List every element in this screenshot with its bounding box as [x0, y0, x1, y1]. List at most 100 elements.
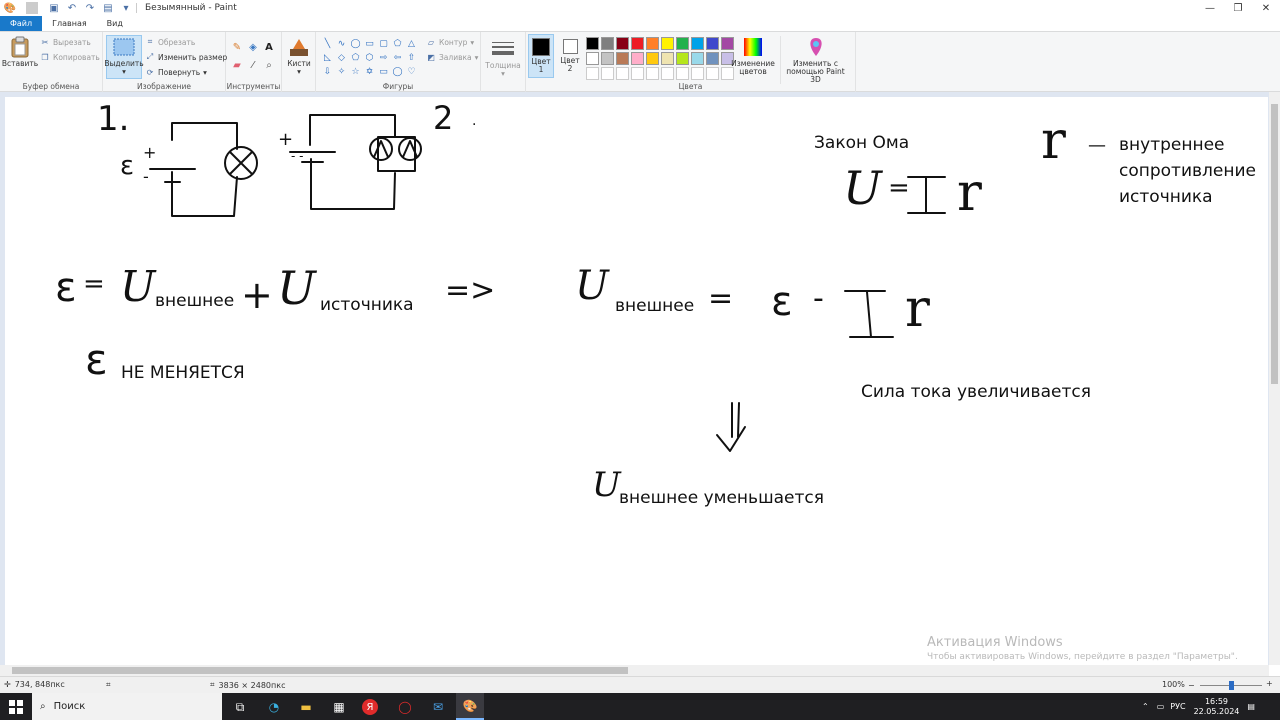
palette-swatch[interactable]	[661, 52, 674, 65]
crop-button[interactable]: ⌗ Обрезать	[145, 37, 196, 47]
palette-swatch[interactable]	[706, 52, 719, 65]
battery-icon[interactable]: ▭	[1157, 702, 1165, 711]
customize-chevron-icon[interactable]: ▾	[120, 2, 132, 14]
palette-swatch[interactable]	[706, 67, 719, 80]
tray-chevron-icon[interactable]: ⌃	[1142, 702, 1149, 711]
windows-start-icon[interactable]	[6, 697, 26, 717]
color2-button[interactable]: Цвет 2	[557, 34, 583, 78]
heart-shape-icon[interactable]: ♡	[405, 65, 418, 78]
pentagon-shape-icon[interactable]: ⬠	[349, 51, 362, 64]
palette-swatch[interactable]	[601, 67, 614, 80]
close-button[interactable]: ✕	[1252, 0, 1280, 16]
zoom-in-button[interactable]: +	[1266, 679, 1273, 688]
eraser-icon[interactable]: ▰	[230, 58, 244, 72]
palette-swatch[interactable]	[601, 52, 614, 65]
palette-swatch[interactable]	[676, 37, 689, 50]
arrow-right-icon[interactable]: ⇨	[377, 51, 390, 64]
palette-swatch[interactable]	[601, 37, 614, 50]
outline-button[interactable]: ▱ Контур ▾	[426, 37, 474, 47]
vertical-scrollbar[interactable]	[1269, 92, 1280, 665]
star5-icon[interactable]: ☆	[349, 65, 362, 78]
paint3d-button[interactable]: Изменить с помощью Paint 3D	[780, 36, 850, 84]
palette-swatch[interactable]	[691, 52, 704, 65]
paste-button[interactable]: Вставить	[2, 36, 38, 68]
color1-button[interactable]: Цвет 1	[528, 34, 554, 78]
palette-swatch[interactable]	[646, 67, 659, 80]
save-icon[interactable]: ▣	[48, 2, 60, 14]
callout-rect-icon[interactable]: ▭	[377, 65, 390, 78]
palette-swatch[interactable]	[616, 67, 629, 80]
palette-swatch[interactable]	[631, 52, 644, 65]
palette-swatch[interactable]	[586, 67, 599, 80]
right-triangle-icon[interactable]: ◺	[321, 51, 334, 64]
arrow-left-icon[interactable]: ⇦	[391, 51, 404, 64]
palette-swatch[interactable]	[661, 37, 674, 50]
undo-icon[interactable]: ↶	[66, 2, 78, 14]
palette-swatch[interactable]	[691, 37, 704, 50]
store-icon[interactable]: ▦	[329, 697, 349, 717]
fill-button[interactable]: ◩ Заливка ▾	[426, 52, 478, 62]
rectangle-shape-icon[interactable]: ▭	[363, 37, 376, 50]
diamond-shape-icon[interactable]: ◇	[335, 51, 348, 64]
color-picker-icon[interactable]: ⁄	[246, 58, 260, 72]
clock[interactable]: 16:59 22.05.2024	[1194, 697, 1240, 717]
arrow-up-icon[interactable]: ⇧	[405, 51, 418, 64]
palette-swatch[interactable]	[586, 52, 599, 65]
tab-view[interactable]: Вид	[97, 16, 133, 31]
palette-swatch[interactable]	[676, 52, 689, 65]
palette-swatch[interactable]	[646, 52, 659, 65]
opera-browser-icon[interactable]: ◯	[395, 697, 415, 717]
palette-swatch[interactable]	[706, 37, 719, 50]
palette-swatch[interactable]	[631, 37, 644, 50]
oval-shape-icon[interactable]: ◯	[349, 37, 362, 50]
rotate-button[interactable]: ⟳ Повернуть ▾	[145, 67, 207, 77]
drawing-canvas[interactable]: 1. 2 ε + - + - - . Закон Ома U = I r r —…	[5, 97, 1268, 665]
file-explorer-icon[interactable]: ▬	[296, 697, 316, 717]
redo-icon[interactable]: ↷	[84, 2, 96, 14]
palette-swatch[interactable]	[676, 67, 689, 80]
vertical-scroll-thumb[interactable]	[1271, 104, 1278, 384]
fill-bucket-icon[interactable]: ◈	[246, 40, 260, 54]
pencil-icon[interactable]: ✎	[230, 40, 244, 54]
minimize-button[interactable]: —	[1196, 0, 1224, 16]
yandex-browser-icon[interactable]: Я	[362, 699, 378, 715]
hexagon-shape-icon[interactable]: ⬡	[363, 51, 376, 64]
paint-taskbar-icon[interactable]: 🎨	[456, 693, 484, 720]
copy-button[interactable]: ❐ Копировать	[40, 52, 99, 62]
palette-swatch[interactable]	[616, 52, 629, 65]
notifications-icon[interactable]: ▤	[1247, 702, 1255, 711]
zoom-slider-thumb[interactable]	[1228, 681, 1234, 690]
horizontal-scroll-thumb[interactable]	[12, 667, 628, 674]
palette-swatch[interactable]	[631, 67, 644, 80]
text-tool-icon[interactable]: A	[262, 40, 276, 54]
polygon-shape-icon[interactable]: ⬠	[391, 37, 404, 50]
input-language[interactable]: РУС	[1170, 702, 1185, 711]
palette-swatch[interactable]	[586, 37, 599, 50]
edge-browser-icon[interactable]: ◔	[264, 697, 284, 717]
magnifier-icon[interactable]: ⌕	[262, 58, 276, 72]
palette-swatch[interactable]	[616, 37, 629, 50]
curve-shape-icon[interactable]: ∿	[335, 37, 348, 50]
rounded-rectangle-icon[interactable]: ▢	[377, 37, 390, 50]
quick-access-icon[interactable]: ▤	[102, 2, 114, 14]
select-button[interactable]: Выделить ▾	[104, 35, 144, 79]
taskbar-search[interactable]: ⌕ Поиск	[32, 693, 222, 720]
zoom-slider[interactable]	[1200, 681, 1262, 690]
triangle-shape-icon[interactable]: △	[405, 37, 418, 50]
horizontal-scrollbar[interactable]	[0, 665, 1269, 676]
palette-swatch[interactable]	[646, 37, 659, 50]
resize-button[interactable]: ⤢ Изменить размер	[145, 52, 227, 62]
cut-button[interactable]: ✂ Вырезать	[40, 37, 91, 47]
zoom-out-button[interactable]: −	[1188, 681, 1195, 690]
brushes-button[interactable]: Кисти ▾	[285, 36, 313, 76]
arrow-down-icon[interactable]: ⇩	[321, 65, 334, 78]
palette-swatch[interactable]	[661, 67, 674, 80]
size-button[interactable]: Толщина ▾	[485, 38, 521, 78]
callout-oval-icon[interactable]: ◯	[391, 65, 404, 78]
task-view-icon[interactable]: ⧉	[230, 697, 250, 717]
star6-icon[interactable]: ✡	[363, 65, 376, 78]
star4-icon[interactable]: ✧	[335, 65, 348, 78]
mail-icon[interactable]: ✉	[428, 697, 448, 717]
palette-swatch[interactable]	[691, 67, 704, 80]
tab-home[interactable]: Главная	[42, 16, 97, 31]
